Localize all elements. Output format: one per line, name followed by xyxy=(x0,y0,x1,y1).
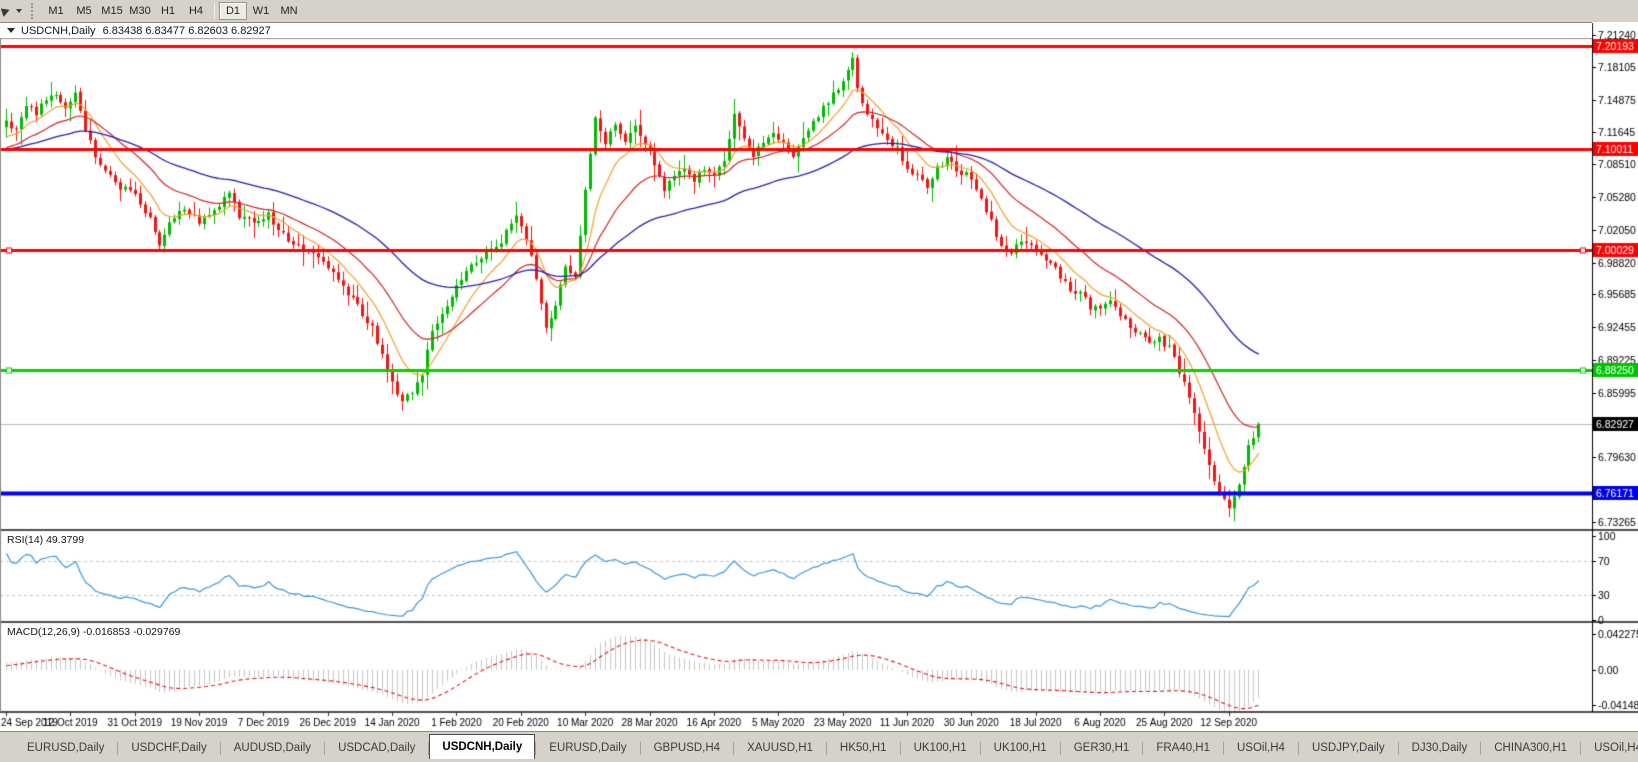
chart-tab-USDCHF-Daily[interactable]: USDCHF,Daily xyxy=(118,737,219,759)
rsi-indicator-label: RSI(14) 49.3799 xyxy=(7,534,84,546)
timeframe-button-group: M1M5M15M30H1H4 D1W1MN xyxy=(42,2,303,20)
chart-tab-USDCNH-Daily[interactable]: USDCNH,Daily xyxy=(429,734,535,759)
toolbar-separator xyxy=(214,3,215,19)
chart-tab-FRA40-H1[interactable]: FRA40,H1 xyxy=(1143,737,1223,759)
cursor-tool-icon xyxy=(1,5,11,16)
timeframe-button-M1[interactable]: M1 xyxy=(42,2,70,20)
chart-tab-USDJPY-Daily[interactable]: USDJPY,Daily xyxy=(1299,737,1398,759)
timeframe-button-MN[interactable]: MN xyxy=(275,2,303,20)
timeframe-button-W1[interactable]: W1 xyxy=(247,2,275,20)
timeframe-button-H1[interactable]: H1 xyxy=(154,2,182,20)
chart-tab-USOil-H4[interactable]: USOil,H4 xyxy=(1581,737,1638,759)
toolbar-grip[interactable] xyxy=(31,3,35,19)
price-chart-canvas[interactable] xyxy=(0,22,1638,731)
chart-tab-USOil-H4[interactable]: USOil,H4 xyxy=(1224,737,1298,759)
cursor-tool-button[interactable] xyxy=(0,2,26,20)
mt4-terminal: M1M5M15M30H1H4 D1W1MN USDCNH,Daily 6.8343… xyxy=(0,0,1638,762)
chevron-down-icon[interactable] xyxy=(16,9,22,13)
macd-indicator-label: MACD(12,26,9) -0.016853 -0.029769 xyxy=(7,626,180,638)
timeframe-button-D1[interactable]: D1 xyxy=(219,2,247,20)
chart-tab-DJ30-Daily[interactable]: DJ30,Daily xyxy=(1399,737,1481,759)
chart-tab-UK100-H1[interactable]: UK100,H1 xyxy=(981,737,1060,759)
timeframe-button-M5[interactable]: M5 xyxy=(70,2,98,20)
collapse-icon[interactable] xyxy=(7,28,15,33)
timeframe-button-M15[interactable]: M15 xyxy=(98,2,126,20)
chart-tabs: EURUSD,DailyUSDCHF,DailyAUDUSD,DailyUSDC… xyxy=(14,734,1638,759)
chart-tab-EURUSD-Daily[interactable]: EURUSD,Daily xyxy=(536,737,639,759)
chart-tab-EURUSD-Daily[interactable]: EURUSD,Daily xyxy=(14,737,117,759)
chart-quote: 6.83438 6.83477 6.82603 6.82927 xyxy=(103,25,271,37)
toolbar: M1M5M15M30H1H4 D1W1MN xyxy=(0,0,1638,22)
timeframe-button-H4[interactable]: H4 xyxy=(182,2,210,20)
chart-symbol-title: USDCNH,Daily xyxy=(21,25,96,37)
chart-tab-UK100-H1[interactable]: UK100,H1 xyxy=(901,737,980,759)
chart-tab-XAUUSD-H1[interactable]: XAUUSD,H1 xyxy=(734,737,826,759)
chart-tab-AUDUSD-Daily[interactable]: AUDUSD,Daily xyxy=(221,737,324,759)
chart-tab-bar: EURUSD,DailyUSDCHF,DailyAUDUSD,DailyUSDC… xyxy=(0,731,1638,762)
chart-tab-HK50-H1[interactable]: HK50,H1 xyxy=(827,737,900,759)
chart-tab-USDCAD-Daily[interactable]: USDCAD,Daily xyxy=(325,737,428,759)
chart-tab-CHINA300-H1[interactable]: CHINA300,H1 xyxy=(1481,737,1580,759)
timeframe-button-M30[interactable]: M30 xyxy=(126,2,154,20)
chart-tab-GBPUSD-H4[interactable]: GBPUSD,H4 xyxy=(641,737,733,759)
chart-title-bar: USDCNH,Daily 6.83438 6.83477 6.82603 6.8… xyxy=(0,22,1592,38)
chart-tab-GER30-H1[interactable]: GER30,H1 xyxy=(1061,737,1143,759)
